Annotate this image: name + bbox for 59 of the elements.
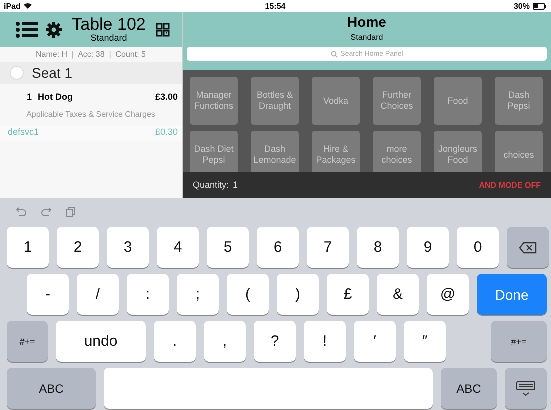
panel-title: Home [348, 14, 386, 30]
item-name: Hot Dog [38, 92, 74, 102]
keyboard-icon [516, 380, 536, 396]
keyboard-key[interactable]: ; [177, 274, 219, 315]
keyboard-key[interactable]: - [27, 274, 69, 315]
keyboard-key[interactable]: ″ [404, 321, 446, 362]
keyboard-key[interactable]: / [77, 274, 119, 315]
keyboard-key[interactable]: , [204, 321, 246, 362]
quantity-value: 1 [233, 180, 238, 190]
keyboard-key[interactable]: undo [56, 321, 146, 362]
battery-icon [533, 2, 547, 10]
keyboard-key[interactable]: @ [427, 274, 469, 315]
device-name: iPad [4, 2, 21, 10]
delete-key[interactable] [507, 227, 549, 268]
keyboard-key[interactable]: ! [304, 321, 346, 362]
keyboard-key[interactable]: #+= [7, 321, 48, 362]
table-title: Table 102 [72, 16, 146, 33]
charge-name: defsvc1 [8, 127, 40, 137]
done-key[interactable]: Done [477, 274, 547, 315]
keyboard-key[interactable]: ? [254, 321, 296, 362]
battery-percent: 30% [514, 2, 530, 10]
qr-code-icon[interactable] [156, 22, 170, 36]
taxes-heading: Applicable Taxes & Service Charges [26, 109, 156, 121]
keyboard-key[interactable]: 7 [307, 227, 349, 268]
seat-radio[interactable] [10, 66, 24, 80]
keyboard-key[interactable]: 3 [107, 227, 149, 268]
keyboard-key[interactable]: ′ [354, 321, 396, 362]
panel-subtitle: Standard [350, 33, 384, 42]
keyboard-key[interactable]: 8 [357, 227, 399, 268]
keyboard-key[interactable]: . [154, 321, 196, 362]
keyboard-key[interactable]: ABC [7, 368, 96, 409]
keyboard-key[interactable]: : [127, 274, 169, 315]
keyboard-key[interactable]: & [377, 274, 419, 315]
quantity-label: Quantity: [193, 180, 230, 190]
keyboard-key[interactable]: 0 [457, 227, 499, 268]
keyboard-key[interactable]: ) [277, 274, 319, 315]
table-subtitle: Standard [90, 33, 128, 43]
keyboard-key[interactable]: 1 [7, 227, 49, 268]
settings-icon[interactable] [46, 22, 62, 38]
keyboard-key[interactable]: #+= [491, 321, 547, 362]
dismiss-keyboard-key[interactable] [505, 368, 547, 409]
keyboard-key[interactable]: 6 [257, 227, 299, 268]
keyboard-key[interactable]: ( [227, 274, 269, 315]
item-quantity: 1 [27, 92, 32, 102]
seat-label: Seat 1 [32, 65, 72, 81]
keyboard-key[interactable]: £ [327, 274, 369, 315]
clock-time: 15:54 [265, 2, 286, 10]
backspace-icon [519, 242, 537, 254]
item-price: £3.00 [155, 92, 178, 102]
keyboard-key[interactable]: 5 [207, 227, 249, 268]
search-icon [330, 50, 338, 58]
menu-icon[interactable] [16, 22, 38, 38]
keyboard-key[interactable]: 9 [407, 227, 449, 268]
keyboard-key[interactable]: 2 [57, 227, 99, 268]
charge-price: £0.30 [155, 127, 178, 137]
wifi-icon [24, 3, 32, 9]
keyboard-key[interactable]: 4 [157, 227, 199, 268]
keyboard-key[interactable]: ABC [441, 368, 497, 409]
order-info: Name: H | Acc: 38 | Count: 5 [35, 49, 147, 61]
